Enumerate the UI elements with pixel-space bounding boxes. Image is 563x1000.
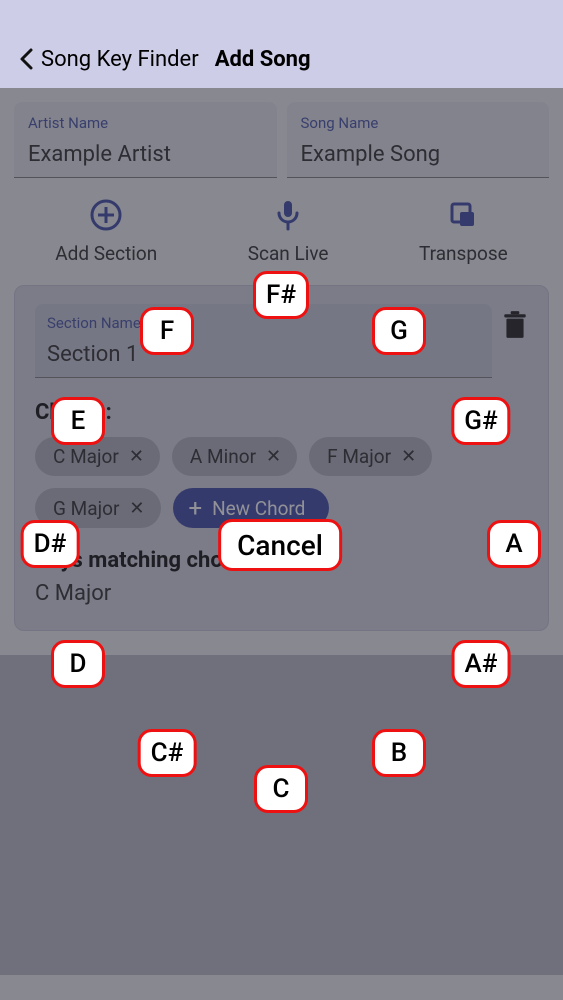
cancel-button[interactable]: Cancel [218,519,342,571]
note-button-g-sharp[interactable]: G# [451,397,510,445]
page-title: Add Song [215,47,311,72]
note-button-b[interactable]: B [372,729,426,777]
back-chevron-icon[interactable] [15,47,39,71]
note-button-f[interactable]: F [140,307,194,355]
note-button-a-sharp[interactable]: A# [452,640,511,688]
note-button-c-sharp[interactable]: C# [138,729,197,777]
note-button-d[interactable]: D [51,640,105,688]
note-button-e[interactable]: E [51,397,105,445]
note-button-d-sharp[interactable]: D# [21,520,80,568]
note-button-a[interactable]: A [487,520,541,568]
back-button-label[interactable]: Song Key Finder [41,47,199,72]
note-button-g[interactable]: G [372,307,426,355]
note-button-c[interactable]: C [254,765,308,813]
header-bar: Song Key Finder Add Song [0,0,563,88]
note-button-f-sharp[interactable]: F# [253,271,309,319]
